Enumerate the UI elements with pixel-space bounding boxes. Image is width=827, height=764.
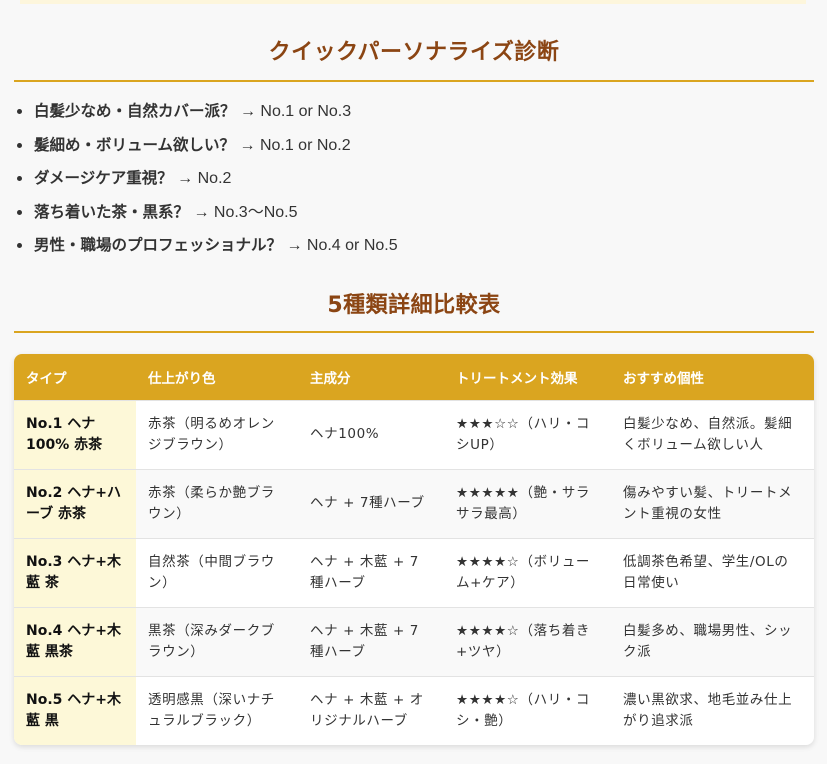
cell-treatment: ★★★☆☆（ハリ・コシUP） <box>456 415 591 453</box>
table-row: No.5 ヘナ+木藍 黒 透明感黒（深いナチュラルブラック） ヘナ + 木藍 +… <box>14 676 814 745</box>
title-divider <box>14 331 814 333</box>
quick-diagnosis-title: クイックパーソナライズ診断 <box>268 40 560 65</box>
column-header-ingredients: 主成分 <box>310 370 351 387</box>
list-item-answer: → No.1 or No.3 <box>235 103 352 120</box>
list-item-answer: → No.2 <box>172 170 232 188</box>
column-header-recommended: おすすめ個性 <box>623 370 704 387</box>
comparison-table-card: タイプ 仕上がり色 主成分 トリートメント効果 おすすめ個性 No.1 ヘナ10… <box>14 354 814 745</box>
cell-ingredients: ヘナ100% <box>310 426 380 442</box>
cell-recommended: 傷みやすい髪、トリートメント重視の女性 <box>611 469 814 538</box>
list-item: 落ち着いた茶・黒系？ → No.3〜No.5 <box>14 199 814 233</box>
cell-ingredients: ヘナ + 7種ハーブ <box>298 469 444 538</box>
title-divider <box>14 80 814 82</box>
cell-ingredients: ヘナ + 木藍 + 7種ハーブ <box>298 607 444 676</box>
comparison-table: タイプ 仕上がり色 主成分 トリートメント効果 おすすめ個性 No.1 ヘナ10… <box>14 354 814 745</box>
column-header-treatment: トリートメント効果 <box>456 370 578 387</box>
cell-type: No.3 ヘナ+木藍 茶 <box>14 538 136 607</box>
table-row: No.4 ヘナ+木藍 黒茶 黒茶（深みダークブラウン） ヘナ + 木藍 + 7種… <box>14 607 814 676</box>
list-item: 髪細め・ボリューム欲しい？ → No.1 or No.2 <box>14 132 814 166</box>
cell-color: 赤茶（柔らか艶ブラウン） <box>136 469 298 538</box>
cell-color: 透明感黒（深いナチュラルブラック） <box>148 691 275 729</box>
cell-recommended: 濃い黒欲求、地毛並み仕上がり追求派 <box>623 691 793 729</box>
list-item-answer: → No.3〜No.5 <box>189 203 298 221</box>
cell-type: No.2 ヘナ+ハーブ 赤茶 <box>14 469 136 538</box>
list-item-answer: → No.4 or No.5 <box>282 237 398 255</box>
cell-type: No.1 ヘナ100% 赤茶 <box>14 400 136 469</box>
column-header-type: タイプ <box>26 370 67 387</box>
cell-color: 赤茶（明るめオレンジブラウン） <box>148 415 275 453</box>
table-row: No.3 ヘナ+木藍 茶 自然茶（中間ブラウン） ヘナ + 木藍 + 7種ハーブ… <box>14 538 814 607</box>
list-item: 男性・職場のプロフェッショナル？ → No.4 or No.5 <box>14 232 814 266</box>
cell-treatment: ★★★★☆（落ち着き+ツヤ） <box>444 607 611 676</box>
cell-type: No.4 ヘナ+木藍 黒茶 <box>14 607 136 676</box>
table-header-row: タイプ 仕上がり色 主成分 トリートメント効果 おすすめ個性 <box>14 354 814 400</box>
cell-color: 黒茶（深みダークブラウン） <box>136 607 298 676</box>
table-row: No.2 ヘナ+ハーブ 赤茶 赤茶（柔らか艶ブラウン） ヘナ + 7種ハーブ ★… <box>14 469 814 538</box>
cell-recommended: 白髪少なめ、自然派。髪細くボリューム欲しい人 <box>623 415 793 453</box>
quick-diagnosis-list: 白髪少なめ・自然カバー派？ → No.1 or No.3 髪細め・ボリューム欲し… <box>14 98 814 266</box>
list-item-answer: → No.1 or No.2 <box>235 136 351 154</box>
list-item-question: 白髪少なめ・自然カバー派？ <box>34 102 236 120</box>
column-header-color: 仕上がり色 <box>148 370 216 387</box>
table-row: No.1 ヘナ100% 赤茶 赤茶（明るめオレンジブラウン） ヘナ100% ★★… <box>14 400 814 469</box>
cell-recommended: 白髪多め、職場男性、シック派 <box>611 607 814 676</box>
cell-treatment: ★★★★☆（ハリ・コシ・艶） <box>456 691 591 729</box>
page: クイックパーソナライズ診断 白髪少なめ・自然カバー派？ → No.1 or No… <box>0 0 827 764</box>
cell-treatment: ★★★★★（艶・サラサラ最高） <box>444 469 611 538</box>
cell-type: No.5 ヘナ+木藍 黒 <box>14 676 136 745</box>
cell-recommended: 低調茶色希望、学生/OLの日常使い <box>623 553 789 591</box>
list-item-question: 髪細め・ボリューム欲しい？ <box>34 135 236 154</box>
cell-color: 自然茶（中間ブラウン） <box>148 553 275 591</box>
comparison-title: 5種類詳細比較表 <box>327 293 501 318</box>
list-item-question: ダメージケア重視？ <box>34 169 173 188</box>
cell-ingredients: ヘナ + 木藍 + オリジナルハーブ <box>310 691 424 729</box>
list-item: 白髪少なめ・自然カバー派？ → No.1 or No.3 <box>14 98 814 132</box>
list-item-question: 落ち着いた茶・黒系？ <box>34 202 190 221</box>
cell-ingredients: ヘナ + 木藍 + 7種ハーブ <box>310 553 419 591</box>
top-strip <box>20 0 806 4</box>
cell-treatment: ★★★★☆（ボリューム+ケア） <box>456 553 591 591</box>
list-item: ダメージケア重視？ → No.2 <box>14 165 814 199</box>
list-item-question: 男性・職場のプロフェッショナル？ <box>34 236 283 255</box>
